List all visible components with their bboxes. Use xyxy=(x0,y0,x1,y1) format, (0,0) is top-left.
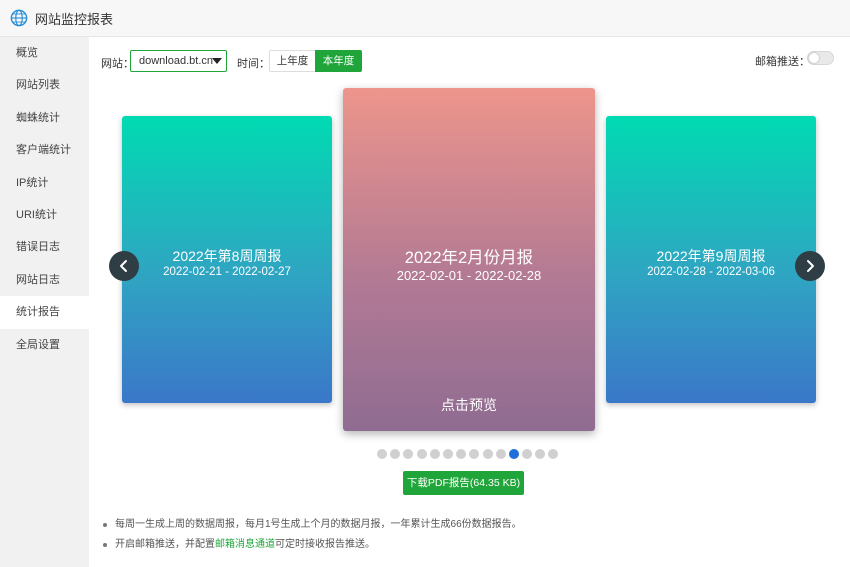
globe-icon xyxy=(10,9,28,27)
pagination-dot[interactable] xyxy=(456,449,467,459)
note-text: 开启邮箱推送，并配置 xyxy=(115,539,215,550)
site-select-value: download.bt.cn xyxy=(139,55,213,67)
card-date-range: 2022-02-28 - 2022-03-06 xyxy=(647,266,775,278)
main-panel: 网站： download.bt.cn 时间： 上年度 本年度 邮箱推送： 202… xyxy=(89,37,850,567)
card-date-range: 2022-02-21 - 2022-02-27 xyxy=(163,266,291,278)
carousel-prev-button[interactable] xyxy=(109,251,139,281)
note-item: 每周一生成上周的数据周报，每月1号生成上个月的数据月报，一年累计生成66份数据报… xyxy=(101,515,522,535)
caret-down-icon xyxy=(212,58,222,64)
card-title: 2022年2月份月报 xyxy=(404,249,534,267)
preview-link[interactable]: 点击预览 xyxy=(343,395,595,415)
report-notes: 每周一生成上周的数据周报，每月1号生成上个月的数据月报，一年累计生成66份数据报… xyxy=(101,515,522,555)
sidebar-item-overview[interactable]: 概览 xyxy=(0,37,89,69)
sidebar-item-site-list[interactable]: 网站列表 xyxy=(0,69,89,101)
pagination-dot-active[interactable] xyxy=(508,449,519,459)
report-card-week9[interactable]: 2022年第9周周报 2022-02-28 - 2022-03-06 xyxy=(606,116,816,403)
email-channel-link[interactable]: 邮箱消息通道 xyxy=(215,539,275,550)
email-push-toggle[interactable] xyxy=(807,51,834,65)
pagination-dot[interactable] xyxy=(442,449,453,459)
card-date-range: 2022-02-01 - 2022-02-28 xyxy=(396,268,542,283)
pagination-dot[interactable] xyxy=(535,449,546,459)
pagination-dot[interactable] xyxy=(429,449,440,459)
sidebar: 概览 网站列表 蜘蛛统计 客户端统计 IP统计 URI统计 错误日志 网站日志 … xyxy=(0,37,89,567)
card-title: 2022年第9周周报 xyxy=(656,248,766,264)
carousel-next-button[interactable] xyxy=(795,251,825,281)
pagination-dot[interactable] xyxy=(416,449,427,459)
sidebar-item-client-stats[interactable]: 客户端统计 xyxy=(0,134,89,166)
pagination-dot[interactable] xyxy=(548,449,559,459)
sidebar-item-spider-stats[interactable]: 蜘蛛统计 xyxy=(0,102,89,134)
download-pdf-button[interactable]: 下载PDF报告(64.35 KB) xyxy=(403,471,524,495)
time-label: 时间： xyxy=(237,58,270,70)
sidebar-item-error-log[interactable]: 错误日志 xyxy=(0,231,89,263)
toggle-knob xyxy=(809,53,819,63)
pagination-dot[interactable] xyxy=(495,449,506,459)
sidebar-item-site-log[interactable]: 网站日志 xyxy=(0,264,89,296)
sidebar-item-uri-stats[interactable]: URI统计 xyxy=(0,199,89,231)
this-year-button[interactable]: 本年度 xyxy=(315,50,362,72)
title-bar: 网站监控报表 xyxy=(0,0,850,37)
sidebar-item-global-settings[interactable]: 全局设置 xyxy=(0,329,89,361)
pagination-dot[interactable] xyxy=(522,449,533,459)
last-year-button[interactable]: 上年度 xyxy=(269,50,316,72)
pagination-dot[interactable] xyxy=(469,449,480,459)
note-text: 每周一生成上周的数据周报，每月1号生成上个月的数据月报，一年累计生成66份数据报… xyxy=(115,519,522,530)
pagination-dot[interactable] xyxy=(403,449,414,459)
app-title: 网站监控报表 xyxy=(35,11,114,27)
report-card-feb-monthly[interactable]: 2022年2月份月报 2022-02-01 - 2022-02-28 点击预览 xyxy=(343,88,595,431)
sidebar-item-stats-report[interactable]: 统计报告 xyxy=(0,296,89,329)
report-card-week8[interactable]: 2022年第8周周报 2022-02-21 - 2022-02-27 xyxy=(122,116,332,403)
card-title: 2022年第8周周报 xyxy=(172,248,282,264)
carousel-pagination xyxy=(377,449,562,459)
chevron-left-icon xyxy=(120,260,127,272)
pagination-dot[interactable] xyxy=(390,449,401,459)
pagination-dot[interactable] xyxy=(482,449,493,459)
pagination-dot[interactable] xyxy=(377,449,387,459)
email-push-label: 邮箱推送： xyxy=(755,56,810,68)
note-item: 开启邮箱推送，并配置邮箱消息通道可定时接收报告推送。 xyxy=(101,535,522,555)
sidebar-item-ip-stats[interactable]: IP统计 xyxy=(0,167,89,199)
site-select[interactable]: download.bt.cn xyxy=(130,50,227,72)
note-text: 可定时接收报告推送。 xyxy=(275,539,375,550)
chevron-right-icon xyxy=(807,260,814,272)
